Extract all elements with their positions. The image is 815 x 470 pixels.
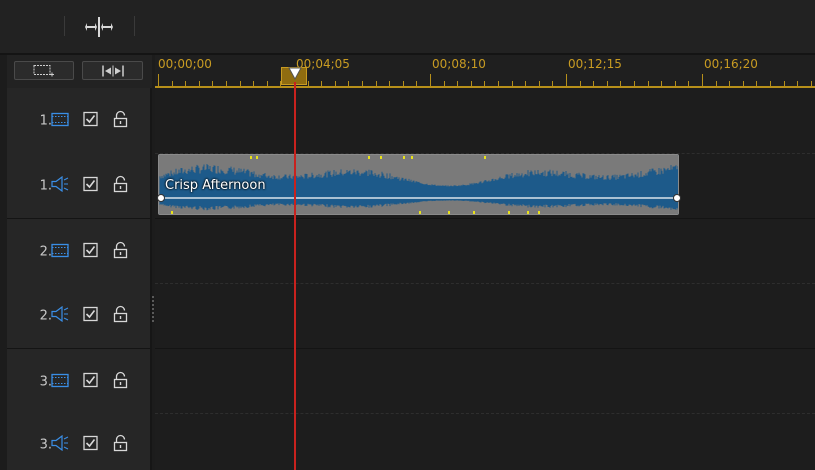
ruler-label: 00;16;20 xyxy=(704,57,758,71)
speaker-icon xyxy=(51,305,69,326)
unlock-icon[interactable] xyxy=(113,434,128,456)
track-row-video-2[interactable]: 2. xyxy=(7,218,150,284)
lane-divider xyxy=(155,283,815,284)
ruler-tick xyxy=(430,74,431,86)
speaker-icon xyxy=(51,434,69,455)
checkbox-icon[interactable] xyxy=(83,435,98,455)
lane-divider xyxy=(155,348,815,349)
split-icon xyxy=(85,17,113,37)
checkbox-icon[interactable] xyxy=(83,242,98,261)
audio-clip[interactable]: Crisp Afternoon xyxy=(158,154,679,215)
top-toolbar xyxy=(0,0,815,53)
ruler-label: 00;08;10 xyxy=(432,57,486,71)
film-icon xyxy=(51,372,69,391)
checkbox-icon[interactable] xyxy=(83,306,98,325)
checkbox-icon[interactable] xyxy=(83,176,98,195)
fit-timeline-button[interactable] xyxy=(82,61,143,80)
ruler-label: 00;12;15 xyxy=(568,57,622,71)
speaker-icon xyxy=(51,175,69,196)
ruler-tick xyxy=(566,74,567,86)
playhead-handle-icon[interactable] xyxy=(288,67,302,81)
ruler-tick xyxy=(702,74,703,86)
unlock-icon[interactable] xyxy=(113,371,128,392)
playhead-line xyxy=(294,82,296,470)
clip-start-handle[interactable] xyxy=(157,194,165,202)
resize-grip[interactable] xyxy=(152,296,154,324)
add-track-icon xyxy=(33,64,54,76)
toolbar-separator xyxy=(134,16,135,36)
track-row-video-1[interactable]: 1. xyxy=(7,88,150,153)
track-row-video-3[interactable]: 3. xyxy=(7,348,150,414)
split-button[interactable] xyxy=(84,14,114,40)
lane-divider xyxy=(155,413,815,414)
checkbox-icon[interactable] xyxy=(83,372,98,391)
clip-end-handle[interactable] xyxy=(673,194,681,202)
unlock-icon[interactable] xyxy=(113,110,128,131)
track-row-audio-3[interactable]: 3. xyxy=(7,413,150,470)
time-ruler[interactable]: 00;00;00 00;04;05 00;08;10 00;12;15 00;1… xyxy=(155,55,815,88)
track-row-audio-1[interactable]: 1. xyxy=(7,153,150,218)
ruler-tick xyxy=(158,74,159,86)
panel-border xyxy=(150,88,152,470)
unlock-icon[interactable] xyxy=(113,175,128,196)
film-icon xyxy=(51,242,69,261)
fit-timeline-icon xyxy=(101,65,124,76)
add-track-button[interactable] xyxy=(14,61,74,80)
unlock-icon[interactable] xyxy=(113,305,128,326)
track-row-audio-2[interactable]: 2. xyxy=(7,283,150,348)
checkbox-icon[interactable] xyxy=(83,111,98,130)
unlock-icon[interactable] xyxy=(113,241,128,262)
clip-title: Crisp Afternoon xyxy=(165,178,266,193)
film-icon xyxy=(51,111,69,130)
lane-divider xyxy=(155,218,815,219)
ruler-label: 00;00;00 xyxy=(158,57,212,71)
toolbar-separator xyxy=(64,16,65,36)
